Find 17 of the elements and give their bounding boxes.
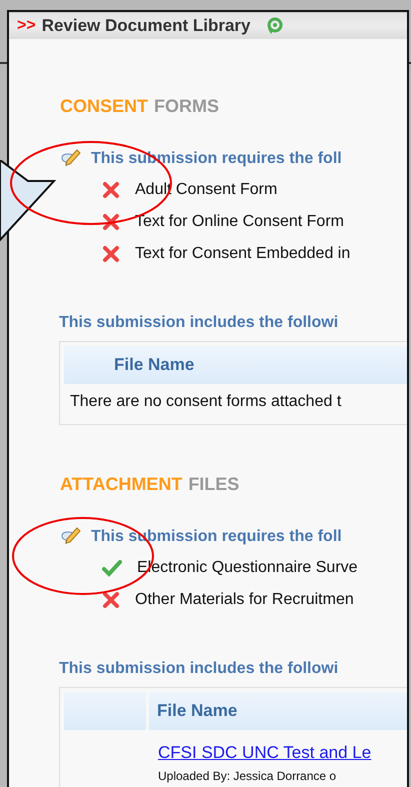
column-header: File Name [149, 692, 407, 730]
includes-heading: This submission includes the followi [59, 658, 340, 678]
requirement-item: Text for Consent Embedded in [135, 244, 350, 264]
column-header: File Name [64, 346, 407, 384]
requirement-item: Text for Online Consent Form [135, 212, 344, 232]
table-message: There are no consent forms attached t [69, 392, 342, 412]
section-title: FORMS [154, 94, 220, 118]
section-title: FILES [188, 472, 240, 496]
refresh-icon[interactable] [266, 16, 284, 35]
file-link[interactable]: CFSI SDC UNC Test and Le [158, 740, 407, 765]
requirement-item: Other Materials for Recruitmen [135, 590, 354, 610]
page-title: Review Document Library [42, 15, 250, 37]
section-title-accent: CONSENT [60, 94, 148, 118]
section-title-accent: ATTACHMENT [60, 472, 182, 496]
breadcrumb-marker: >> [17, 16, 36, 36]
upload-info: Uploaded By: Jessica Dorrance o [158, 768, 338, 785]
includes-heading: This submission includes the followi [59, 312, 340, 332]
